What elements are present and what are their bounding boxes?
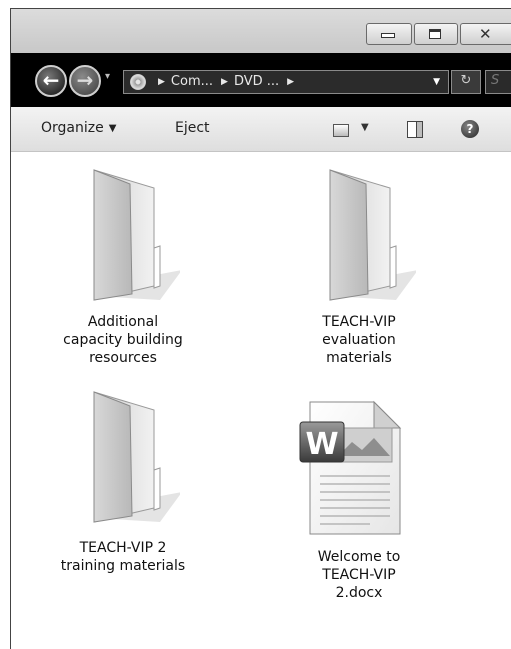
title-bar[interactable]: ✕ — [11, 9, 511, 53]
address-dropdown-icon[interactable]: ▼ — [433, 77, 440, 87]
back-button[interactable]: ← — [35, 65, 67, 97]
breadcrumb-item-computer[interactable]: Com... — [171, 74, 213, 89]
dvd-drive-icon — [130, 74, 146, 90]
file-name-line: training materials — [60, 558, 186, 574]
file-name-line: evaluation — [322, 332, 396, 348]
word-document-icon: W — [299, 400, 402, 535]
command-toolbar: Organize ▼ Eject ▼ ? — [11, 107, 511, 152]
refresh-icon: ↻ — [460, 73, 472, 88]
breadcrumb: ▶ Com... ▶ DVD ... ▶ — [154, 74, 300, 89]
maximize-button[interactable] — [414, 23, 458, 45]
file-list[interactable]: Additional capacity building resources T… — [11, 152, 511, 649]
navigation-bar: ← → ▾ ▶ Com... ▶ DVD ... ▶ ▼ ↻ S — [11, 53, 511, 107]
address-bar[interactable]: ▶ Com... ▶ DVD ... ▶ ▼ — [123, 70, 449, 94]
file-name-line: TEACH-VIP — [322, 314, 396, 330]
organize-label: Organize — [41, 120, 104, 136]
file-item-teach-vip-evaluation-materials[interactable]: TEACH-VIP evaluation materials — [274, 166, 444, 386]
explorer-window: ✕ ← → ▾ ▶ Com... ▶ DVD ... ▶ ▼ ↻ S Organize ▼… — [10, 8, 511, 649]
file-name-line: Welcome to — [317, 549, 401, 565]
file-name-line: TEACH-VIP — [322, 567, 396, 583]
file-name-line: 2.docx — [335, 585, 383, 601]
forward-arrow-icon: → — [76, 68, 94, 92]
svg-text:W: W — [305, 427, 338, 462]
breadcrumb-separator-icon: ▶ — [158, 77, 165, 87]
file-name-line: resources — [89, 350, 157, 366]
minimize-button[interactable] — [366, 23, 412, 45]
file-name-line: Additional — [87, 314, 159, 330]
preview-pane-icon[interactable] — [407, 121, 423, 138]
chevron-down-icon: ▼ — [108, 123, 117, 134]
search-placeholder: S — [491, 73, 500, 88]
breadcrumb-item-dvd[interactable]: DVD ... — [234, 74, 279, 89]
refresh-button[interactable]: ↻ — [451, 70, 481, 94]
close-icon: ✕ — [479, 25, 492, 43]
file-item-welcome-to-teach-vip-2-docx[interactable]: W Welcome to TEACH-VIP 2.docx — [274, 398, 444, 608]
file-name-line: TEACH-VIP 2 — [79, 540, 167, 556]
minimize-icon — [381, 33, 395, 38]
folder-icon — [329, 169, 416, 301]
file-name-line: capacity building — [63, 332, 183, 348]
help-icon[interactable]: ? — [461, 120, 479, 138]
recent-pages-dropdown-icon[interactable]: ▾ — [105, 71, 110, 82]
folder-icon — [93, 169, 180, 301]
breadcrumb-separator-icon[interactable]: ▶ — [287, 77, 294, 87]
change-view-icon[interactable] — [333, 124, 349, 137]
maximize-icon — [429, 29, 441, 39]
back-arrow-icon: ← — [42, 68, 60, 92]
search-input[interactable]: S — [485, 70, 511, 94]
organize-button[interactable]: Organize ▼ — [41, 120, 116, 136]
file-item-teach-vip-2-training-materials[interactable]: TEACH-VIP 2 training materials — [38, 388, 208, 588]
view-options-dropdown-icon[interactable]: ▼ — [361, 122, 369, 133]
eject-button[interactable]: Eject — [175, 120, 210, 136]
folder-icon — [93, 391, 180, 523]
breadcrumb-separator-icon: ▶ — [221, 77, 228, 87]
close-button[interactable]: ✕ — [460, 23, 511, 45]
file-item-additional-capacity-building-resources[interactable]: Additional capacity building resources — [38, 166, 208, 386]
file-name-line: materials — [326, 350, 392, 366]
forward-button[interactable]: → — [69, 65, 101, 97]
